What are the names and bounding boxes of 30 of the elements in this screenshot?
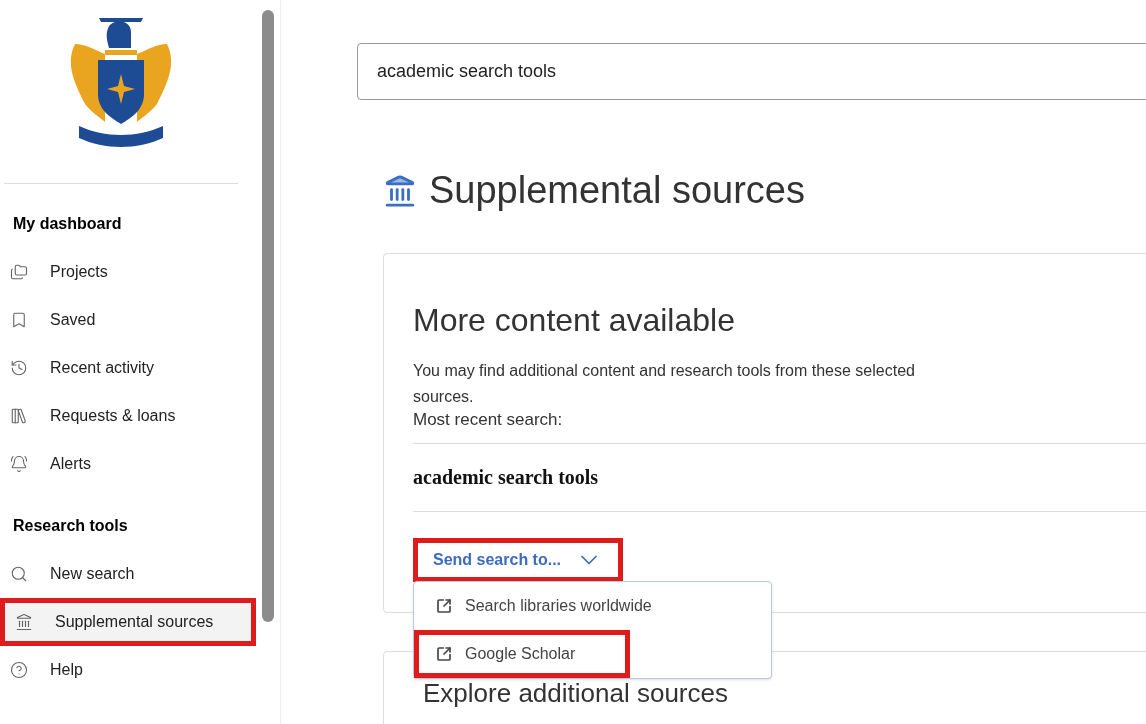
recent-search-label: Most recent search: bbox=[413, 409, 564, 431]
bank-icon bbox=[383, 173, 417, 208]
history-icon bbox=[10, 359, 28, 377]
folders-icon bbox=[10, 263, 28, 281]
sidebar-item[interactable]: Projects bbox=[0, 253, 256, 291]
menu-item[interactable]: Search libraries worldwide bbox=[414, 581, 771, 630]
card-heading: Explore additional sources bbox=[423, 677, 729, 710]
books-icon bbox=[10, 407, 28, 425]
external-link-icon bbox=[436, 645, 452, 662]
page-title: Supplemental sources bbox=[429, 168, 805, 213]
search-field[interactable]: academic search tools bbox=[357, 43, 1146, 100]
sidebar-item[interactable]: Saved bbox=[0, 301, 256, 339]
section-heading: Research tools bbox=[12, 516, 129, 536]
recent-search-query: academic search tools bbox=[413, 465, 600, 490]
section-heading: My dashboard bbox=[12, 214, 123, 234]
external-link-icon bbox=[436, 597, 452, 614]
sidebar-item[interactable]: New search bbox=[0, 555, 256, 593]
sidebar-item[interactable]: Requests & loans bbox=[0, 397, 256, 435]
sidebar-item[interactable]: Alerts bbox=[0, 445, 256, 483]
card-heading: More content available bbox=[413, 301, 736, 340]
sidebar-item[interactable]: Recent activity bbox=[0, 349, 256, 387]
sidebar-item[interactable]: Help bbox=[0, 651, 256, 689]
sidebar-item[interactable]: Supplemental sources bbox=[5, 603, 251, 641]
scrollbar-thumb[interactable] bbox=[262, 10, 274, 622]
search-icon bbox=[10, 565, 28, 583]
card-description: You may find additional content and research tools from these selected sources. bbox=[413, 361, 916, 407]
bell-icon bbox=[10, 455, 28, 473]
bank-icon bbox=[15, 613, 33, 631]
help-icon bbox=[10, 661, 28, 679]
bookmark-icon bbox=[10, 311, 28, 329]
